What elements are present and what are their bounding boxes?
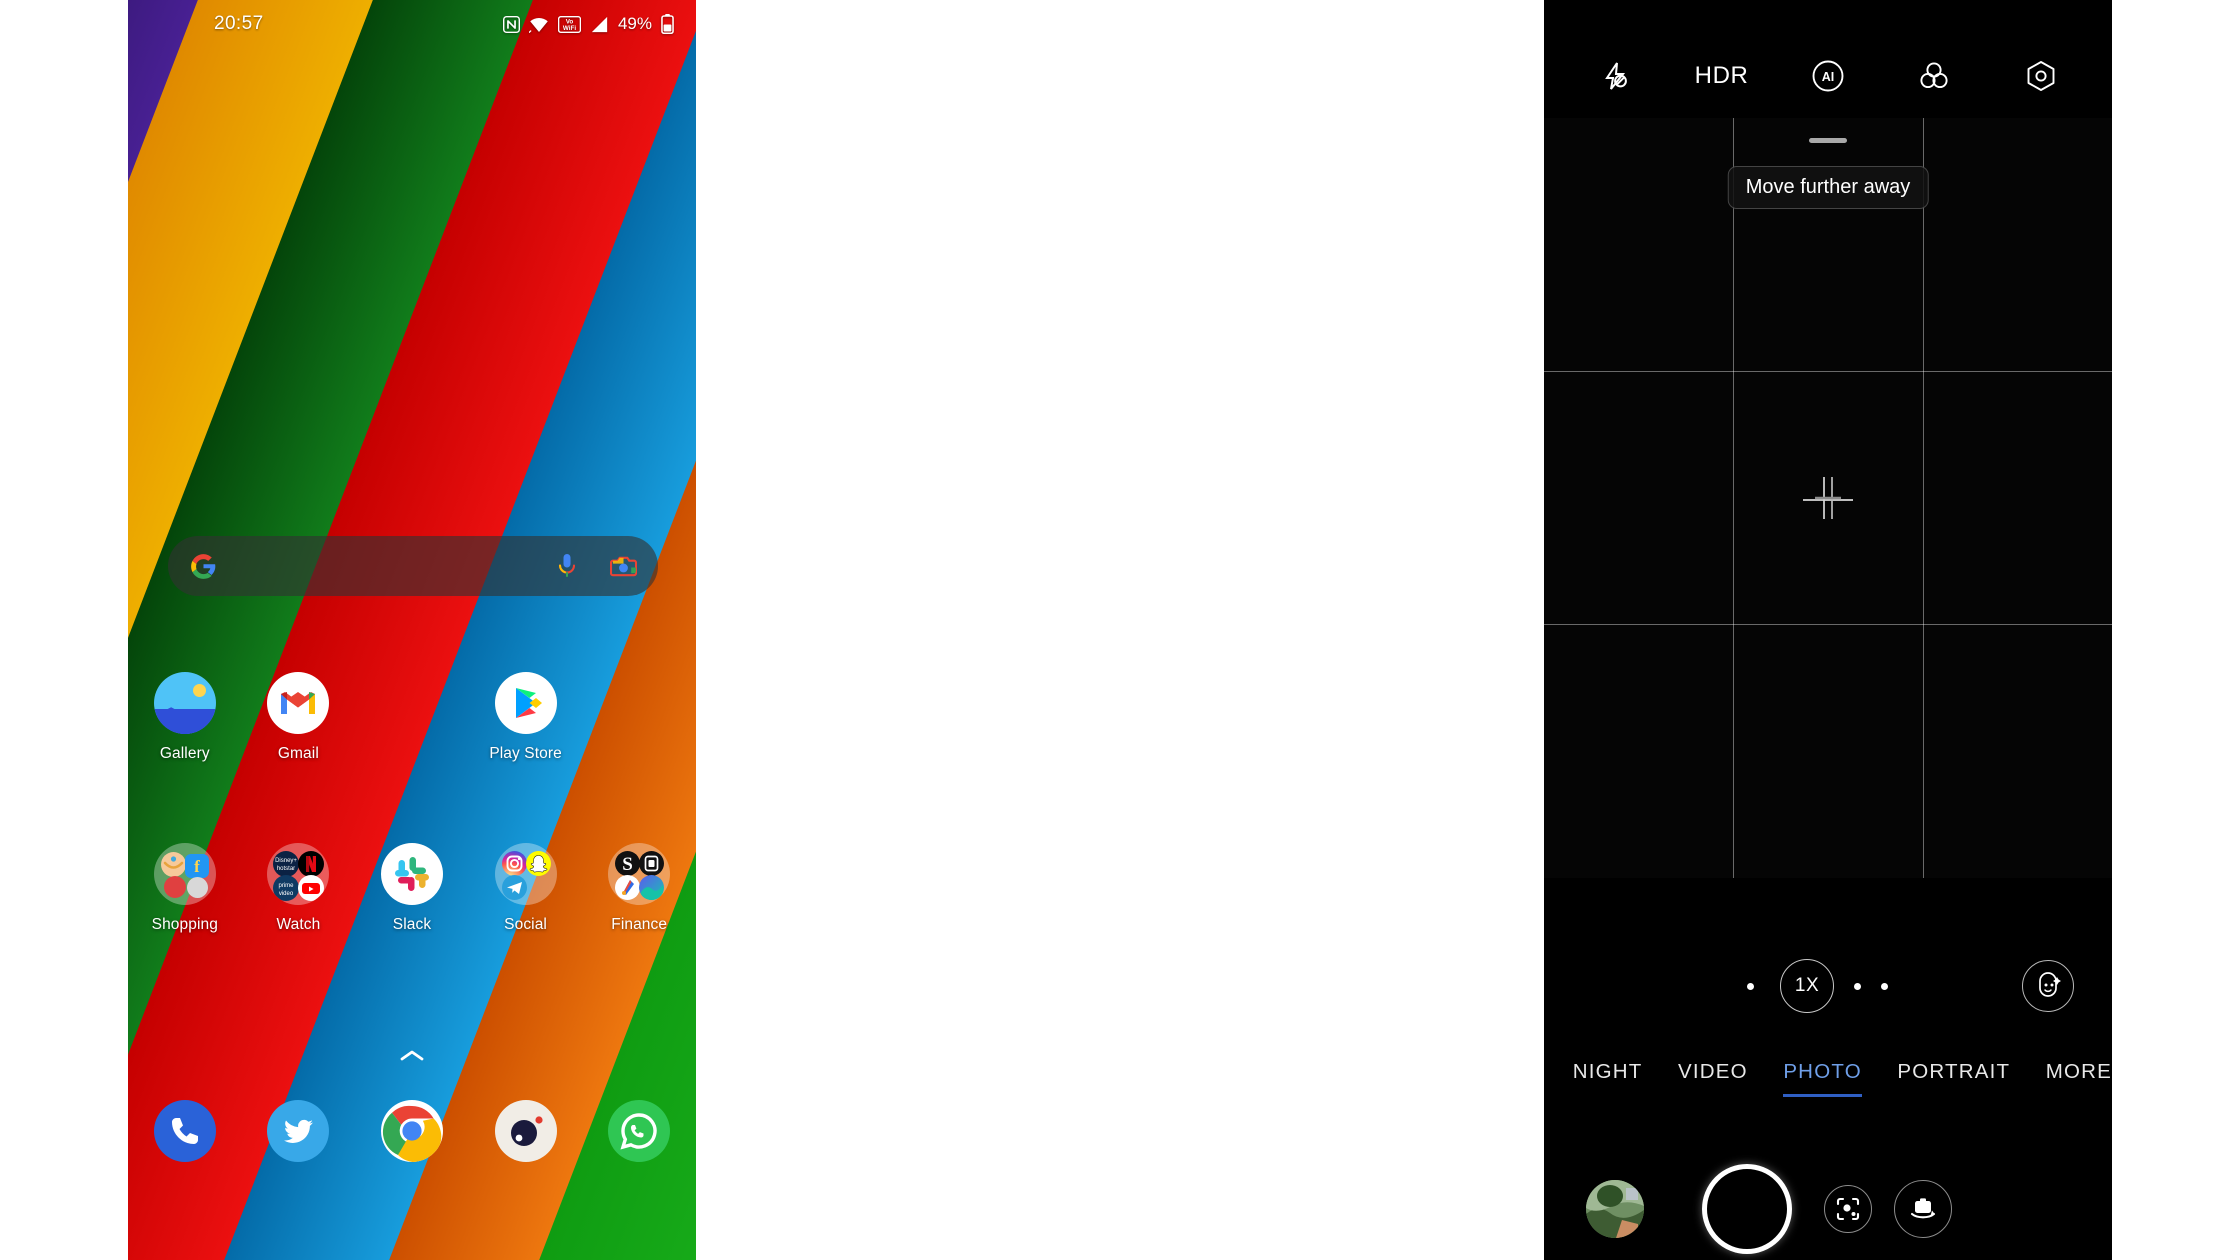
phone-icon	[153, 1100, 216, 1162]
tab-night[interactable]: NIGHT	[1573, 1060, 1643, 1097]
dock	[128, 1100, 696, 1162]
folder-finance[interactable]: S Finance	[582, 843, 696, 934]
svg-text:AI: AI	[1822, 70, 1835, 84]
status-bar: 20:57 Vo WiFi 49%	[128, 0, 696, 48]
battery-icon	[661, 14, 674, 34]
dock-chrome[interactable]	[355, 1100, 469, 1162]
tab-video[interactable]: VIDEO	[1678, 1060, 1748, 1097]
settings-icon[interactable]	[2013, 48, 2069, 104]
google-lens-icon[interactable]	[608, 551, 638, 581]
wifi-icon	[528, 17, 548, 33]
chevron-up-icon	[400, 1050, 424, 1061]
twitter-icon	[267, 1100, 330, 1162]
tab-photo[interactable]: PHOTO	[1783, 1060, 1862, 1097]
battery-percent-label: 49%	[617, 14, 652, 33]
volte-wifi-icon: Vo WiFi	[557, 15, 581, 33]
app-slack[interactable]: Slack	[355, 843, 469, 934]
svg-text:Vo: Vo	[566, 18, 574, 25]
svg-text:video: video	[279, 891, 294, 897]
dock-whatsapp[interactable]	[582, 1100, 696, 1162]
shopping-folder-icon: f	[153, 843, 216, 905]
dock-twitter[interactable]	[242, 1100, 356, 1162]
svg-text:hotstar: hotstar	[277, 866, 295, 872]
camera-eye-icon	[494, 1100, 557, 1162]
gmail-icon	[267, 672, 330, 734]
grid-line-horizontal	[1544, 371, 2112, 372]
beauty-mode-icon[interactable]	[2022, 960, 2074, 1012]
svg-text:S: S	[622, 854, 633, 875]
svg-text:prime: prime	[279, 883, 295, 889]
svg-text:WiFi: WiFi	[563, 25, 576, 32]
app-gallery[interactable]: Gallery	[128, 672, 242, 763]
folder-label: Finance	[611, 916, 668, 933]
svg-text:f: f	[194, 857, 200, 876]
camera-hint-toast: Move further away	[1727, 166, 1929, 209]
camera-viewfinder[interactable]: Move further away	[1544, 118, 2112, 878]
app-label: Gmail	[277, 745, 319, 762]
folder-label: Watch	[276, 916, 321, 933]
status-bar-icons: Vo WiFi 49%	[502, 14, 674, 34]
dock-camera[interactable]	[469, 1100, 583, 1162]
gallery-icon	[153, 672, 216, 734]
grid-line-vertical	[1733, 118, 1734, 878]
finance-folder-icon: S	[608, 843, 671, 905]
zoom-control-row: 1X	[1544, 948, 2112, 1024]
play-store-icon	[494, 672, 557, 734]
signal-icon	[591, 16, 608, 32]
app-row-1: Gallery Gmail Play Store	[128, 672, 696, 763]
zoom-level-label: 1X	[1794, 975, 1820, 996]
microphone-icon[interactable]	[552, 551, 582, 581]
nfc-icon	[502, 15, 520, 33]
app-label: Gallery	[159, 745, 210, 762]
chrome-icon	[380, 1100, 443, 1162]
dock-phone[interactable]	[128, 1100, 242, 1162]
camera-shutter-row	[1544, 1158, 2112, 1260]
app-gmail[interactable]: Gmail	[242, 672, 356, 763]
whatsapp-icon	[608, 1100, 671, 1162]
ai-scene-icon[interactable]: AI	[1800, 48, 1856, 104]
status-bar-clock: 20:57	[214, 13, 264, 34]
google-lens-icon[interactable]	[1824, 1185, 1872, 1233]
grid-line-horizontal	[1544, 624, 2112, 625]
tab-more[interactable]: MORE	[2046, 1060, 2112, 1097]
zoom-level-button[interactable]: 1X	[1780, 959, 1834, 1013]
level-indicator-icon	[1793, 463, 1863, 533]
gallery-thumbnail[interactable]	[1586, 1180, 1644, 1238]
folder-label: Shopping	[151, 916, 218, 933]
hdr-label: HDR	[1694, 62, 1749, 89]
camera-mode-tabs: NIGHT VIDEO PHOTO PORTRAIT MORE	[1544, 1060, 2112, 1126]
camera-top-bar: HDR AI	[1544, 46, 2112, 106]
tab-portrait[interactable]: PORTRAIT	[1897, 1060, 2010, 1097]
flash-off-icon[interactable]	[1587, 48, 1643, 104]
home-screen-phone: 20:57 Vo WiFi 49% Gallery Gmail Play Sto…	[128, 0, 696, 1260]
google-g-icon	[188, 551, 218, 581]
wallpaper	[128, 0, 696, 1260]
app-row-2: f Shopping Disney+ hotstar prime video W…	[128, 843, 696, 934]
grid-line-vertical	[1923, 118, 1924, 878]
folder-shopping[interactable]: f Shopping	[128, 843, 242, 934]
folder-social[interactable]: Social	[469, 843, 583, 934]
hdr-toggle[interactable]: HDR	[1694, 48, 1750, 104]
viewfinder-drag-handle[interactable]	[1809, 138, 1847, 143]
shutter-button[interactable]	[1702, 1164, 1792, 1254]
zoom-dot[interactable]	[1881, 982, 1888, 990]
folder-watch[interactable]: Disney+ hotstar prime video Watch	[242, 843, 356, 934]
google-search-bar[interactable]	[168, 536, 658, 596]
flip-camera-icon[interactable]	[1894, 1180, 1952, 1238]
app-drawer-handle[interactable]	[128, 1048, 696, 1068]
social-folder-icon	[494, 843, 557, 905]
zoom-dot[interactable]	[1747, 982, 1754, 990]
app-play-store[interactable]: Play Store	[469, 672, 583, 763]
slack-icon	[380, 843, 443, 905]
svg-text:Disney+: Disney+	[275, 858, 297, 864]
folder-label: Social	[504, 916, 547, 933]
app-label: Play Store	[489, 745, 562, 762]
camera-app-phone: HDR AI Move further away 1X NIGHT VIDEO …	[1544, 0, 2112, 1260]
zoom-dot[interactable]	[1854, 982, 1861, 990]
filters-icon[interactable]	[1906, 48, 1962, 104]
watch-folder-icon: Disney+ hotstar prime video	[267, 843, 330, 905]
folder-label: Slack	[392, 916, 432, 933]
